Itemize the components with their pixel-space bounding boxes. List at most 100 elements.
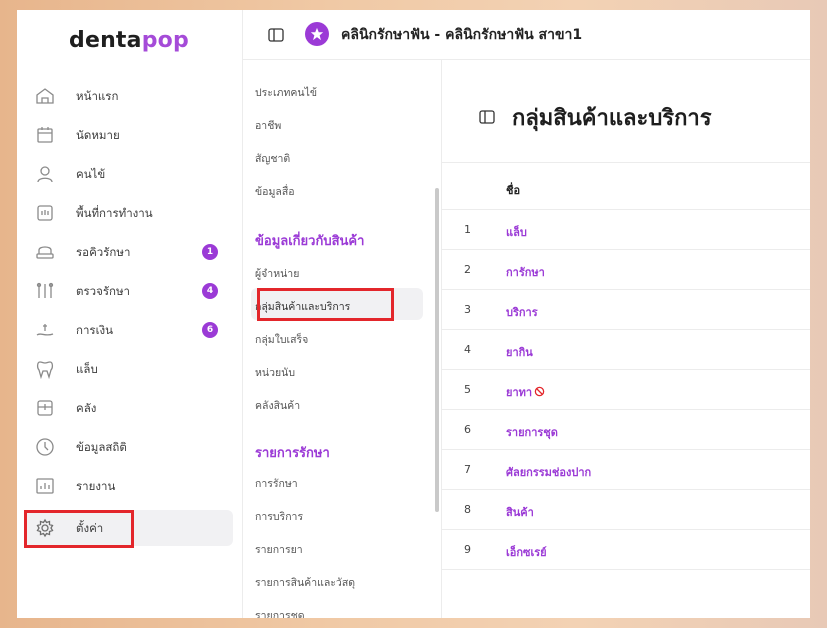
row-name-text: ยาทา	[506, 386, 533, 399]
user-icon	[35, 164, 55, 184]
dental-chair-icon	[35, 242, 55, 262]
sidebar-item-label: คลัง	[76, 401, 97, 415]
row-name-link[interactable]: ศัลยกรรมช่องปาก	[506, 463, 591, 481]
sidebar-item-inventory[interactable]: คลัง	[25, 390, 233, 426]
sidebar-item-label: รายงาน	[76, 479, 116, 493]
clinic-branch-title[interactable]: คลินิกรักษาฟัน - คลินิกรักษาฟัน สาขา1	[341, 24, 582, 46]
box-icon	[35, 398, 55, 418]
table-row[interactable]: 6 รายการชุด	[442, 410, 810, 450]
table-row[interactable]: 4 ยากิน	[442, 330, 810, 370]
sidebar-item-label: การเงิน	[76, 323, 114, 337]
sidebar: dentapop หน้าแรก นัดหมาย คนไข้ พื้นที่กา…	[17, 10, 243, 618]
submenu-item-nationality[interactable]: สัญชาติ	[255, 150, 290, 167]
table-header: ชื่อ	[442, 162, 810, 210]
submenu-heading-treatments: รายการรักษา	[255, 446, 330, 461]
row-number: 2	[464, 263, 471, 276]
sidebar-item-examination[interactable]: ตรวจรักษา 4	[25, 273, 233, 309]
sidebar-item-reports[interactable]: รายงาน	[25, 468, 233, 504]
table-row[interactable]: 8 สินค้า	[442, 490, 810, 530]
row-number: 7	[464, 463, 471, 476]
calendar-icon	[35, 125, 55, 145]
sidebar-item-statistics[interactable]: ข้อมูลสถิติ	[25, 429, 233, 465]
ban-icon	[534, 386, 545, 397]
examination-count-badge: 4	[202, 283, 218, 299]
main-content: กลุ่มสินค้าและบริการ ชื่อ 1 แล็บ 2 การักษา…	[442, 60, 810, 618]
submenu-scrollbar[interactable]	[435, 188, 439, 512]
queue-count-badge: 1	[202, 244, 218, 260]
row-number: 3	[464, 303, 471, 316]
sidebar-item-appointments[interactable]: นัดหมาย	[25, 117, 233, 153]
row-name-link[interactable]: เอ็กซเรย์	[506, 543, 547, 561]
submenu-item-occupation[interactable]: อาชีพ	[255, 117, 281, 134]
sidebar-toggle-icon[interactable]	[267, 26, 285, 44]
logo-accent-text: pop	[141, 28, 189, 53]
submenu-item-sets[interactable]: รายการชุด	[255, 607, 305, 618]
sidebar-item-label: แล็บ	[76, 362, 98, 376]
sidebar-item-label: ตั้งค่า	[76, 521, 104, 535]
submenu-item-units[interactable]: หน่วยนับ	[255, 364, 295, 381]
sidebar-item-finance[interactable]: การเงิน 6	[25, 312, 233, 348]
table-row[interactable]: 9 เอ็กซเรย์	[442, 530, 810, 570]
sidebar-item-label: รอคิวรักษา	[76, 245, 131, 259]
sidebar-item-workspace[interactable]: พื้นที่การทำงาน	[25, 195, 233, 231]
row-number: 5	[464, 383, 471, 396]
row-name-link[interactable]: การักษา	[506, 263, 545, 281]
sidebar-item-patients[interactable]: คนไข้	[25, 156, 233, 192]
page-title: กลุ่มสินค้าและบริการ	[512, 106, 712, 131]
sidebar-item-home[interactable]: หน้าแรก	[25, 78, 233, 114]
row-number: 9	[464, 543, 471, 556]
column-header-name: ชื่อ	[506, 184, 521, 197]
sidebar-item-label: ตรวจรักษา	[76, 284, 131, 298]
clinic-logo-icon	[305, 22, 329, 46]
row-number: 6	[464, 423, 471, 436]
submenu-item-products-materials[interactable]: รายการสินค้าและวัสดุ	[255, 574, 355, 591]
home-icon	[35, 86, 55, 106]
submenu-item-receipt-groups[interactable]: กลุ่มใบเสร็จ	[255, 331, 308, 348]
row-name-link[interactable]: บริการ	[506, 303, 538, 321]
row-name-link[interactable]: ยากิน	[506, 343, 533, 361]
row-name-link[interactable]: แล็บ	[506, 223, 527, 241]
sidebar-item-settings[interactable]: ตั้งค่า	[25, 510, 233, 546]
submenu-item-treatment[interactable]: การรักษา	[255, 475, 298, 492]
submenu-item-vendor[interactable]: ผู้จำหน่าย	[255, 265, 299, 282]
money-icon	[35, 320, 55, 340]
row-number: 8	[464, 503, 471, 516]
submenu-item-medicine[interactable]: รายการยา	[255, 541, 303, 558]
stats-icon	[35, 437, 55, 457]
gear-icon	[35, 518, 55, 538]
submenu-item-patient-type[interactable]: ประเภทคนไข้	[255, 84, 317, 101]
app-window: dentapop หน้าแรก นัดหมาย คนไข้ พื้นที่กา…	[17, 10, 810, 618]
panel-icon	[478, 108, 496, 126]
submenu-item-media[interactable]: ข้อมูลสื่อ	[255, 183, 295, 200]
row-number: 1	[464, 223, 471, 236]
sidebar-item-label: หน้าแรก	[76, 89, 119, 103]
table-row[interactable]: 7 ศัลยกรรมช่องปาก	[442, 450, 810, 490]
brand-logo[interactable]: dentapop	[69, 28, 189, 53]
table-row[interactable]: 5 ยาทา	[442, 370, 810, 410]
table-row[interactable]: 1 แล็บ	[442, 210, 810, 250]
submenu-item-service[interactable]: การบริการ	[255, 508, 303, 525]
row-number: 4	[464, 343, 471, 356]
workspace-icon	[35, 203, 55, 223]
logo-main-text: denta	[69, 28, 142, 53]
sidebar-item-lab[interactable]: แล็บ	[25, 351, 233, 387]
row-name-link[interactable]: สินค้า	[506, 503, 534, 521]
submenu-item-warehouse[interactable]: คลังสินค้า	[255, 397, 300, 414]
report-icon	[35, 476, 55, 496]
settings-submenu: ประเภทคนไข้ อาชีพ สัญชาติ ข้อมูลสื่อ ข้อ…	[243, 60, 442, 618]
finance-count-badge: 6	[202, 322, 218, 338]
submenu-heading-products: ข้อมูลเกี่ยวกับสินค้า	[255, 234, 365, 249]
sidebar-item-label: ข้อมูลสถิติ	[76, 440, 127, 454]
row-name-link[interactable]: รายการชุด	[506, 423, 558, 441]
sidebar-item-label: พื้นที่การทำงาน	[76, 206, 153, 220]
dental-tools-icon	[35, 281, 55, 301]
row-name-link[interactable]: ยาทา	[506, 383, 545, 401]
submenu-item-product-groups[interactable]: กลุ่มสินค้าและบริการ	[255, 298, 350, 315]
sidebar-item-label: นัดหมาย	[76, 128, 120, 142]
table-row[interactable]: 2 การักษา	[442, 250, 810, 290]
tooth-icon	[35, 359, 55, 379]
sidebar-item-label: คนไข้	[76, 167, 106, 181]
sidebar-item-queue[interactable]: รอคิวรักษา 1	[25, 234, 233, 270]
table-row[interactable]: 3 บริการ	[442, 290, 810, 330]
top-bar: คลินิกรักษาฟัน - คลินิกรักษาฟัน สาขา1	[243, 10, 810, 60]
